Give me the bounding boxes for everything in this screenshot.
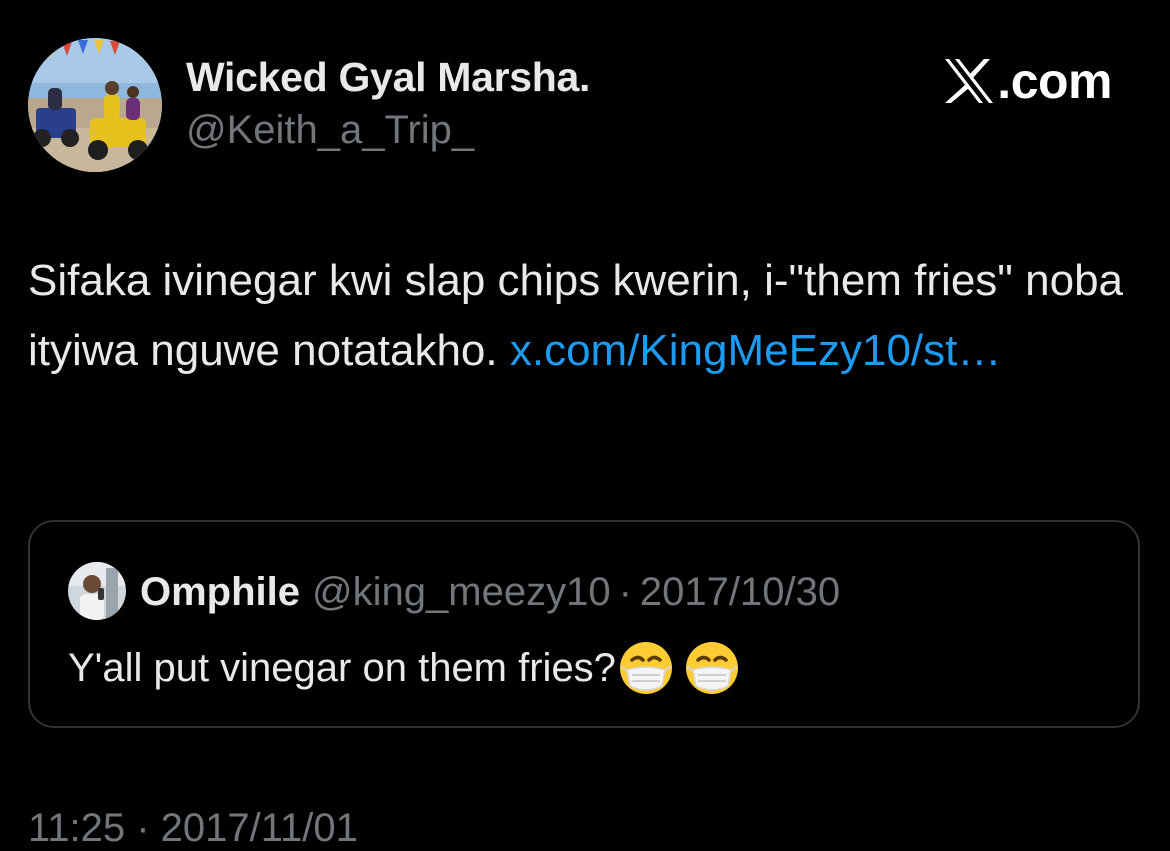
author-display-name[interactable]: Wicked Gyal Marsha. [186, 54, 590, 101]
face-with-medical-mask-icon [685, 642, 738, 694]
tweet-text: Sifaka ivinegar kwi slap chips kwerin, i… [28, 246, 1128, 386]
tweet-screenshot: Wicked Gyal Marsha. @Keith_a_Trip_ .com … [0, 0, 1170, 850]
separator-dot: · [618, 570, 632, 614]
quoted-tweet-date: 2017/10/30 [639, 570, 841, 614]
brand-domain-text: .com [997, 53, 1112, 109]
quoted-tweet-body: Y'all put vinegar on them fries? [68, 645, 616, 690]
tweet-timestamp[interactable]: 11:25 · 2017/11/01 [28, 806, 358, 851]
avatar-photo-icon [28, 38, 162, 172]
quoted-tweet-header: Omphile @king_meezy10 · 2017/10/30 [140, 570, 840, 615]
quoted-author-name[interactable]: Omphile [140, 570, 300, 615]
x-logo-icon [945, 59, 994, 103]
quoted-author-handle[interactable]: @king_meezy10 [312, 570, 611, 615]
quoted-tweet-card[interactable]: Omphile @king_meezy10 · 2017/10/30 Y'all… [28, 520, 1140, 728]
face-with-medical-mask-icon [619, 642, 672, 694]
quoted-author-avatar[interactable] [68, 562, 126, 620]
author-avatar[interactable] [28, 38, 162, 172]
x-brand: .com [943, 52, 1112, 110]
tweet-link[interactable]: x.com/KingMeEzy10/st… [510, 326, 1002, 375]
avatar-photo-icon [68, 562, 126, 620]
quoted-tweet-text: Y'all put vinegar on them fries? [68, 640, 740, 696]
author-handle[interactable]: @Keith_a_Trip_ [186, 108, 474, 153]
